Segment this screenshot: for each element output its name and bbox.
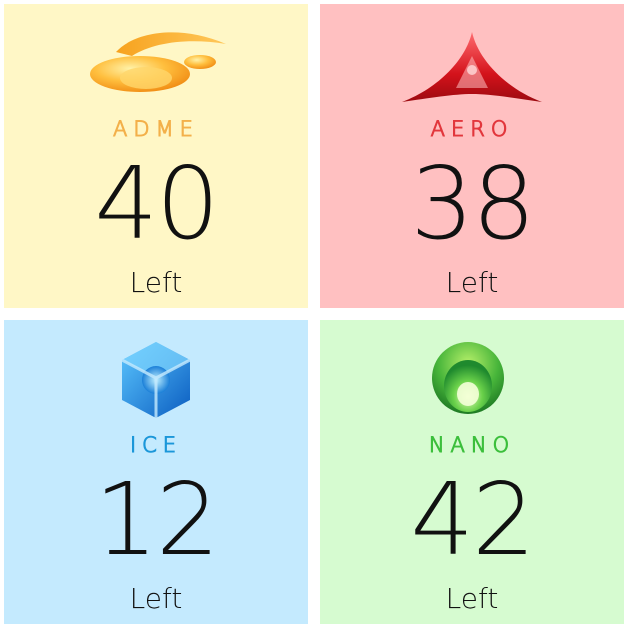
- tile-adme[interactable]: ADME 40 Left: [4, 4, 308, 308]
- adme-swoosh-logo-icon: [4, 4, 308, 114]
- aero-triangle-logo-icon: [320, 4, 624, 114]
- nano-sphere-logo-icon: [320, 320, 624, 430]
- remaining-label: Left: [445, 266, 499, 299]
- brand-name: NANO: [428, 432, 516, 457]
- remaining-label: Left: [445, 582, 499, 615]
- remaining-label: Left: [129, 582, 183, 615]
- brand-name: ICE: [129, 432, 183, 457]
- tile-aero[interactable]: AERO 38 Left: [320, 4, 624, 308]
- remaining-count: 12: [94, 461, 219, 578]
- remaining-count: 42: [410, 461, 535, 578]
- brand-name: AERO: [430, 116, 514, 141]
- remaining-label: Left: [129, 266, 183, 299]
- remaining-count: 38: [410, 145, 535, 262]
- remaining-count: 40: [94, 145, 219, 262]
- ice-cube-logo-icon: [4, 320, 308, 430]
- brand-name: ADME: [112, 116, 199, 141]
- tile-nano[interactable]: NANO 42 Left: [320, 320, 624, 624]
- tile-ice[interactable]: ICE 12 Left: [4, 320, 308, 624]
